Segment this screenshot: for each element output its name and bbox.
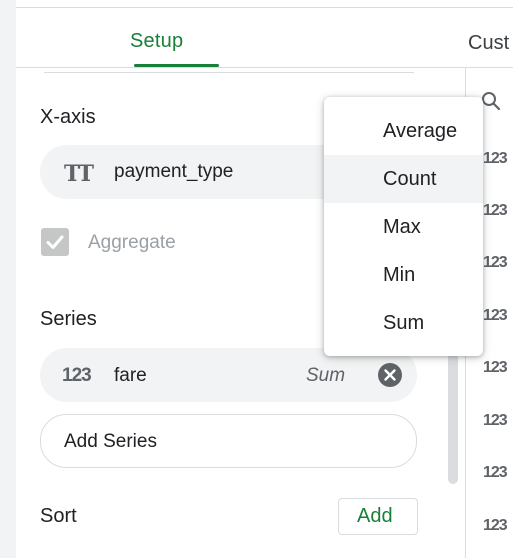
menu-item-max-label: Max <box>383 216 421 238</box>
menu-item-sum-label: Sum <box>383 312 425 334</box>
number-type-icon: 123 <box>483 254 508 271</box>
add-sort-label: Add <box>357 505 393 527</box>
series-field-chip[interactable] <box>40 348 417 402</box>
series-aggregation-label[interactable]: Sum <box>306 365 345 387</box>
number-type-icon: 123 <box>483 464 508 481</box>
menu-item-count-label: Count <box>383 168 437 190</box>
series-title: Series <box>40 308 97 330</box>
text-type-icon: TT <box>64 161 94 187</box>
number-type-icon: 123 <box>483 150 508 167</box>
menu-item-min-label: Min <box>383 264 416 286</box>
number-type-icon: 123 <box>483 412 508 429</box>
add-series-label: Add Series <box>64 431 157 452</box>
section-divider <box>44 72 414 73</box>
aggregate-label: Aggregate <box>88 232 176 253</box>
scrollbar-thumb[interactable] <box>448 350 458 484</box>
left-edge <box>0 0 16 558</box>
search-icon[interactable] <box>481 91 501 111</box>
x-axis-field-name: payment_type <box>114 161 234 182</box>
top-divider <box>16 7 513 8</box>
series-field-name: fare <box>114 365 147 386</box>
sort-title: Sort <box>40 505 77 527</box>
x-axis-title: X-axis <box>40 106 96 128</box>
number-type-icon: 123 <box>483 517 508 534</box>
number-type-icon: 123 <box>483 359 508 376</box>
check-icon <box>46 235 64 249</box>
number-type-icon: 123 <box>483 202 508 219</box>
tabs-divider <box>16 67 513 68</box>
number-type-icon: 123 <box>483 307 508 324</box>
aggregate-checkbox[interactable] <box>41 228 69 256</box>
menu-item-average-label: Average <box>383 120 458 142</box>
tab-customize[interactable]: Cust <box>468 32 509 55</box>
tab-setup[interactable]: Setup <box>130 30 183 53</box>
number-type-icon: 123 <box>62 365 92 386</box>
remove-series-icon[interactable] <box>378 363 402 387</box>
